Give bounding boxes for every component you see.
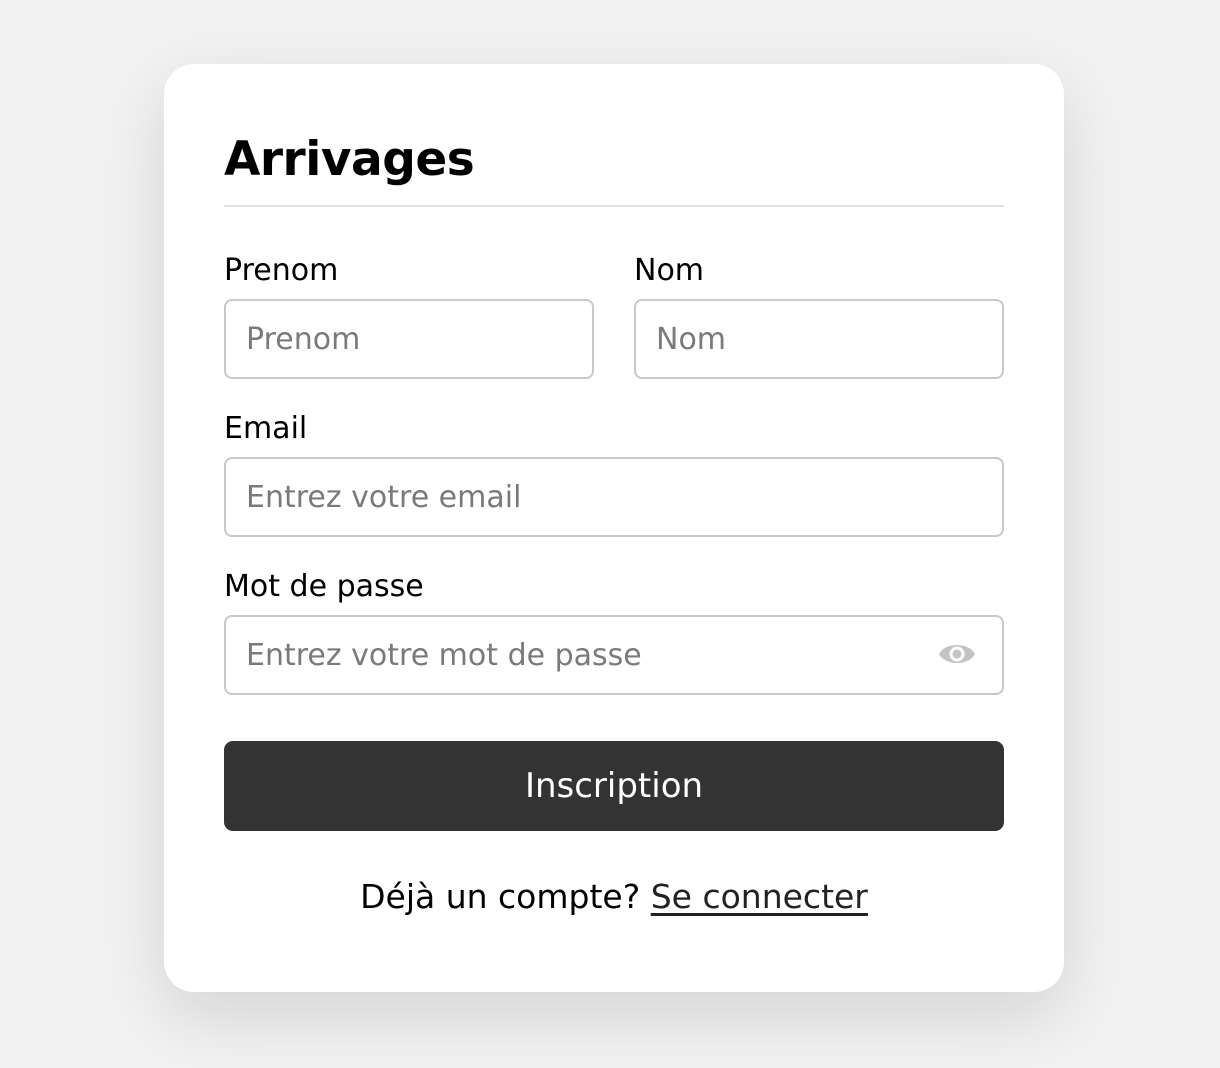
password-label: Mot de passe (224, 569, 424, 604)
login-link[interactable]: Se connecter (651, 877, 868, 916)
eye-icon[interactable] (938, 639, 976, 669)
email-group: Email (224, 409, 1004, 537)
page-title: Arrivages (224, 132, 475, 187)
first-name-label: Prenom (224, 253, 339, 288)
last-name-input[interactable] (634, 299, 1004, 379)
first-name-input[interactable] (224, 299, 594, 379)
email-label: Email (224, 411, 308, 446)
login-prompt: Déjà un compte? Se connecter (224, 872, 1004, 922)
divider (224, 205, 1004, 207)
last-name-label: Nom (634, 253, 705, 288)
password-group: Mot de passe (224, 567, 1004, 695)
signup-button[interactable]: Inscription (224, 741, 1004, 831)
signup-card: Arrivages Prenom Nom Email Mot de passe (164, 64, 1064, 992)
name-row: Prenom Nom (224, 251, 1004, 379)
password-wrapper (224, 615, 1004, 695)
first-name-group: Prenom (224, 251, 594, 379)
password-input[interactable] (224, 615, 1004, 695)
email-input[interactable] (224, 457, 1004, 537)
login-prompt-text: Déjà un compte? (360, 877, 641, 916)
last-name-group: Nom (634, 251, 1004, 379)
